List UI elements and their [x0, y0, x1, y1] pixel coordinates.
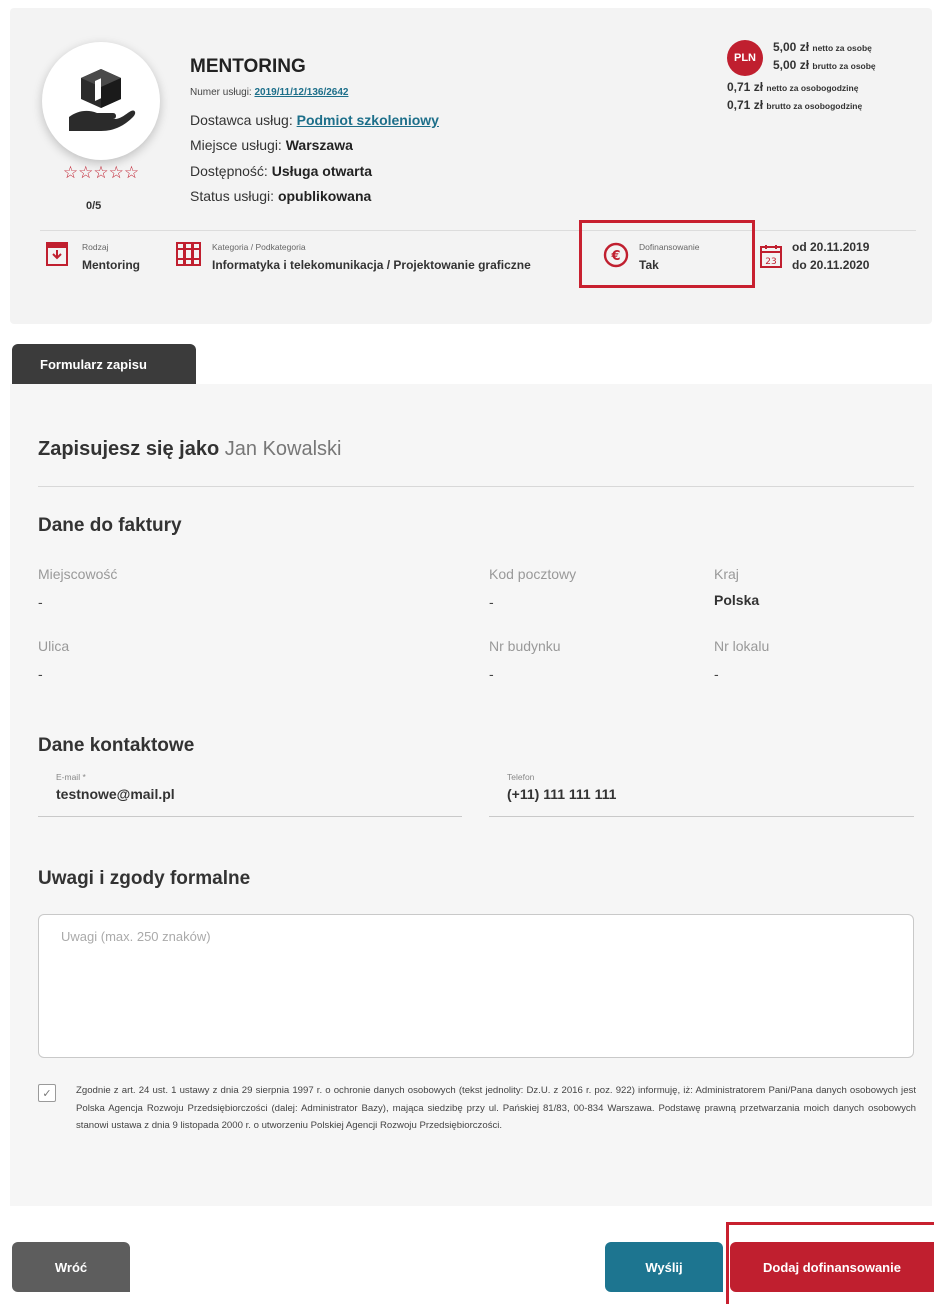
price-amount: 0,71 zł — [727, 80, 764, 94]
rating-stars[interactable]: ☆☆☆☆☆ — [53, 163, 149, 183]
service-logo — [42, 42, 160, 160]
price-row: 0,71 zł netto za osobogodzinę — [727, 80, 858, 94]
unit-label: Nr lokalu — [714, 638, 770, 654]
books-icon — [176, 242, 201, 266]
provider-link[interactable]: Podmiot szkoleniowy — [297, 112, 439, 128]
calendar-day: 23 — [765, 257, 776, 267]
country-label: Kraj — [714, 566, 739, 582]
price-amount: 5,00 zł — [773, 40, 810, 54]
building-label: Nr budynku — [489, 638, 561, 654]
funding-value: Tak — [639, 258, 659, 272]
divider — [38, 486, 914, 487]
tab-signup-form[interactable]: Formularz zapisu — [12, 344, 196, 384]
date-to: do 20.11.2020 — [792, 258, 870, 272]
price-amount: 5,00 zł — [773, 58, 810, 72]
send-button[interactable]: Wyślij — [605, 1242, 723, 1292]
price-row: 0,71 zł brutto za osobogodzinę — [727, 98, 862, 112]
type-value: Mentoring — [82, 258, 140, 272]
place-value: Warszawa — [285, 137, 353, 153]
price-amount: 0,71 zł — [727, 98, 764, 112]
country-value: Polska — [714, 592, 760, 608]
invoice-heading: Dane do faktury — [38, 515, 182, 536]
place-label: Miejsce usługi: — [190, 137, 282, 153]
email-field[interactable]: E-mail * — [38, 768, 462, 817]
euro-coin-icon: € — [603, 242, 629, 268]
phone-input[interactable] — [507, 786, 867, 802]
service-number-label: Numer usługi: — [190, 87, 252, 98]
building-value: - — [489, 666, 494, 682]
status-value: opublikowana — [277, 188, 372, 204]
svg-text:€: € — [610, 249, 620, 264]
postal-label: Kod pocztowy — [489, 566, 577, 582]
email-input[interactable] — [56, 786, 416, 802]
type-label: Rodzaj — [82, 242, 109, 252]
currency-badge: PLN — [727, 40, 763, 76]
phone-field[interactable]: Telefon — [489, 768, 914, 817]
street-value: - — [38, 666, 43, 682]
rating-value: 0/5 — [86, 200, 102, 212]
consent-text: Zgodnie z art. 24 ust. 1 ustawy z dnia 2… — [76, 1085, 916, 1131]
calendar-icon: 23 — [760, 245, 782, 268]
contact-heading: Dane kontaktowe — [38, 735, 195, 756]
add-funding-highlight — [726, 1222, 934, 1304]
category-label: Kategoria / Podkategoria — [212, 242, 306, 252]
category-value: Informatyka i telekomunikacja / Projekto… — [212, 258, 531, 272]
consent-checkbox[interactable]: ✓ — [38, 1084, 56, 1102]
status-label: Status usługi: — [190, 188, 275, 204]
unit-value: - — [714, 666, 719, 682]
service-status: Status usługi: opublikowana — [190, 188, 371, 204]
price-suffix: netto za osobogodzinę — [766, 83, 859, 93]
street-label: Ulica — [38, 638, 70, 654]
service-number-link[interactable]: 2019/11/12/136/2642 — [254, 87, 348, 98]
provider-label: Dostawca usług: — [190, 112, 293, 128]
date-from: od 20.11.2019 — [792, 240, 870, 254]
service-number: Numer usługi: 2019/11/12/136/2642 — [190, 87, 348, 98]
price-row: 5,00 zł netto za osobę — [773, 40, 872, 54]
signed-as-heading: Zapisujesz się jako Jan Kowalski — [38, 438, 341, 461]
signed-as-name: Jan Kowalski — [224, 438, 342, 460]
phone-label: Telefon — [507, 772, 535, 782]
availability-label: Dostępność: — [190, 163, 268, 179]
price-suffix: netto za osobę — [812, 43, 872, 53]
availability-value: Usługa otwarta — [271, 163, 373, 179]
city-value: - — [38, 594, 43, 610]
document-icon — [46, 242, 68, 266]
funding-label: Dofinansowanie — [639, 242, 700, 252]
back-button[interactable]: Wróć — [12, 1242, 130, 1292]
price-suffix: brutto za osobę — [812, 61, 876, 71]
city-label: Miejscowość — [38, 566, 118, 582]
hand-holding-box-icon — [69, 69, 136, 131]
price-row: 5,00 zł brutto za osobę — [773, 58, 876, 72]
signed-as-label: Zapisujesz się jako — [38, 438, 220, 460]
service-provider: Dostawca usług: Podmiot szkoleniowy — [190, 112, 439, 128]
price-suffix: brutto za osobogodzinę — [766, 101, 863, 111]
meta-divider — [40, 230, 916, 231]
remarks-heading: Uwagi i zgody formalne — [38, 868, 251, 889]
remarks-textarea[interactable] — [38, 914, 914, 1058]
service-place: Miejsce usługi: Warszawa — [190, 137, 353, 153]
email-label: E-mail * — [56, 772, 86, 782]
service-title: MENTORING — [190, 56, 306, 77]
service-availability: Dostępność: Usługa otwarta — [190, 163, 372, 179]
postal-value: - — [489, 594, 494, 610]
